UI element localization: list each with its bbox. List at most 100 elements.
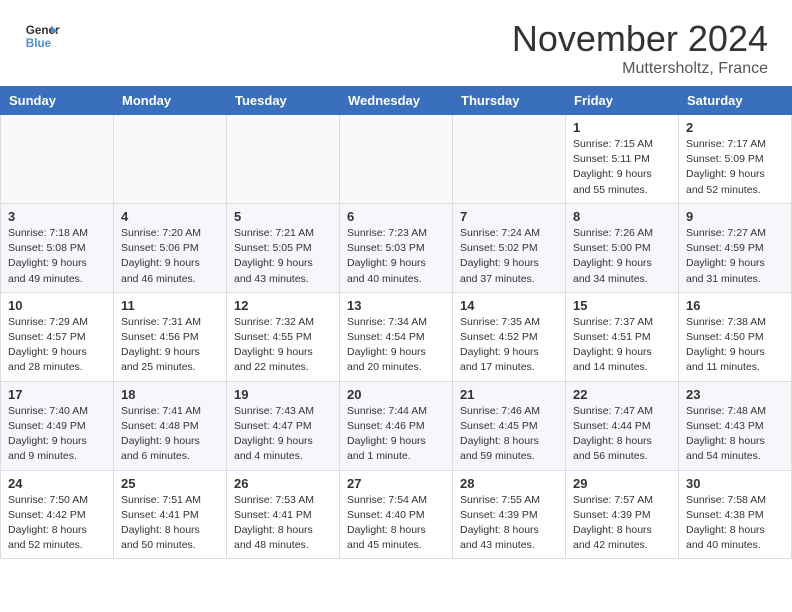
day-number: 29 [573, 476, 671, 491]
day-number: 3 [8, 209, 106, 224]
day-info: Sunrise: 7:58 AM Sunset: 4:38 PM Dayligh… [686, 493, 784, 554]
day-info: Sunrise: 7:38 AM Sunset: 4:50 PM Dayligh… [686, 315, 784, 376]
calendar-cell: 17 Sunrise: 7:40 AM Sunset: 4:49 PM Dayli… [1, 381, 114, 470]
logo: General Blue [24, 18, 64, 54]
day-info: Sunrise: 7:41 AM Sunset: 4:48 PM Dayligh… [121, 404, 219, 465]
calendar-cell: 10 Sunrise: 7:29 AM Sunset: 4:57 PM Dayli… [1, 292, 114, 381]
calendar-cell: 6 Sunrise: 7:23 AM Sunset: 5:03 PM Daylig… [340, 203, 453, 292]
calendar-cell: 22 Sunrise: 7:47 AM Sunset: 4:44 PM Dayli… [566, 381, 679, 470]
day-number: 10 [8, 298, 106, 313]
day-info: Sunrise: 7:34 AM Sunset: 4:54 PM Dayligh… [347, 315, 445, 376]
day-number: 17 [8, 387, 106, 402]
calendar-cell: 18 Sunrise: 7:41 AM Sunset: 4:48 PM Dayli… [114, 381, 227, 470]
calendar-week-3: 10 Sunrise: 7:29 AM Sunset: 4:57 PM Dayli… [1, 292, 792, 381]
day-info: Sunrise: 7:55 AM Sunset: 4:39 PM Dayligh… [460, 493, 558, 554]
calendar-cell: 13 Sunrise: 7:34 AM Sunset: 4:54 PM Dayli… [340, 292, 453, 381]
calendar-cell: 15 Sunrise: 7:37 AM Sunset: 4:51 PM Dayli… [566, 292, 679, 381]
weekday-header-wednesday: Wednesday [340, 87, 453, 115]
day-info: Sunrise: 7:54 AM Sunset: 4:40 PM Dayligh… [347, 493, 445, 554]
day-info: Sunrise: 7:53 AM Sunset: 4:41 PM Dayligh… [234, 493, 332, 554]
calendar-cell: 1Sunrise: 7:15 AM Sunset: 5:11 PM Daylig… [566, 115, 679, 204]
day-info: Sunrise: 7:40 AM Sunset: 4:49 PM Dayligh… [8, 404, 106, 465]
day-info: Sunrise: 7:31 AM Sunset: 4:56 PM Dayligh… [121, 315, 219, 376]
day-number: 21 [460, 387, 558, 402]
calendar-cell: 24Sunrise: 7:50 AM Sunset: 4:42 PM Dayli… [1, 470, 114, 559]
day-info: Sunrise: 7:18 AM Sunset: 5:08 PM Dayligh… [8, 226, 106, 287]
day-info: Sunrise: 7:23 AM Sunset: 5:03 PM Dayligh… [347, 226, 445, 287]
day-number: 18 [121, 387, 219, 402]
day-info: Sunrise: 7:50 AM Sunset: 4:42 PM Dayligh… [8, 493, 106, 554]
calendar-cell: 20 Sunrise: 7:44 AM Sunset: 4:46 PM Dayli… [340, 381, 453, 470]
calendar-cell: 11 Sunrise: 7:31 AM Sunset: 4:56 PM Dayli… [114, 292, 227, 381]
calendar-week-5: 24Sunrise: 7:50 AM Sunset: 4:42 PM Dayli… [1, 470, 792, 559]
calendar-cell [1, 115, 114, 204]
calendar-cell: 14 Sunrise: 7:35 AM Sunset: 4:52 PM Dayli… [453, 292, 566, 381]
day-number: 15 [573, 298, 671, 313]
title-block: November 2024 Muttersholtz, France [512, 18, 768, 78]
day-number: 6 [347, 209, 445, 224]
calendar-week-1: 1Sunrise: 7:15 AM Sunset: 5:11 PM Daylig… [1, 115, 792, 204]
day-info: Sunrise: 7:44 AM Sunset: 4:46 PM Dayligh… [347, 404, 445, 465]
day-number: 22 [573, 387, 671, 402]
day-info: Sunrise: 7:51 AM Sunset: 4:41 PM Dayligh… [121, 493, 219, 554]
weekday-header-thursday: Thursday [453, 87, 566, 115]
calendar-cell: 30 Sunrise: 7:58 AM Sunset: 4:38 PM Dayli… [679, 470, 792, 559]
weekday-header-sunday: Sunday [1, 87, 114, 115]
calendar-cell: 4Sunrise: 7:20 AM Sunset: 5:06 PM Daylig… [114, 203, 227, 292]
logo-icon: General Blue [24, 18, 60, 54]
day-info: Sunrise: 7:37 AM Sunset: 4:51 PM Dayligh… [573, 315, 671, 376]
day-info: Sunrise: 7:43 AM Sunset: 4:47 PM Dayligh… [234, 404, 332, 465]
calendar-cell: 29 Sunrise: 7:57 AM Sunset: 4:39 PM Dayli… [566, 470, 679, 559]
calendar-cell: 12Sunrise: 7:32 AM Sunset: 4:55 PM Dayli… [227, 292, 340, 381]
day-number: 8 [573, 209, 671, 224]
day-number: 4 [121, 209, 219, 224]
calendar-cell [340, 115, 453, 204]
day-number: 7 [460, 209, 558, 224]
calendar-cell: 23Sunrise: 7:48 AM Sunset: 4:43 PM Dayli… [679, 381, 792, 470]
day-info: Sunrise: 7:57 AM Sunset: 4:39 PM Dayligh… [573, 493, 671, 554]
day-number: 27 [347, 476, 445, 491]
day-number: 19 [234, 387, 332, 402]
day-number: 9 [686, 209, 784, 224]
day-info: Sunrise: 7:17 AM Sunset: 5:09 PM Dayligh… [686, 137, 784, 198]
day-info: Sunrise: 7:21 AM Sunset: 5:05 PM Dayligh… [234, 226, 332, 287]
day-number: 16 [686, 298, 784, 313]
day-info: Sunrise: 7:47 AM Sunset: 4:44 PM Dayligh… [573, 404, 671, 465]
day-number: 11 [121, 298, 219, 313]
calendar-cell: 25 Sunrise: 7:51 AM Sunset: 4:41 PM Dayli… [114, 470, 227, 559]
weekday-header-tuesday: Tuesday [227, 87, 340, 115]
day-number: 20 [347, 387, 445, 402]
svg-text:Blue: Blue [26, 37, 52, 50]
calendar-cell [114, 115, 227, 204]
calendar-week-2: 3 Sunrise: 7:18 AM Sunset: 5:08 PM Daylig… [1, 203, 792, 292]
day-info: Sunrise: 7:26 AM Sunset: 5:00 PM Dayligh… [573, 226, 671, 287]
calendar-cell: 2Sunrise: 7:17 AM Sunset: 5:09 PM Daylig… [679, 115, 792, 204]
day-number: 14 [460, 298, 558, 313]
calendar-cell: 3 Sunrise: 7:18 AM Sunset: 5:08 PM Daylig… [1, 203, 114, 292]
calendar-body: 1Sunrise: 7:15 AM Sunset: 5:11 PM Daylig… [1, 115, 792, 559]
day-info: Sunrise: 7:48 AM Sunset: 4:43 PM Dayligh… [686, 404, 784, 465]
day-number: 13 [347, 298, 445, 313]
calendar-cell [453, 115, 566, 204]
calendar-cell: 8 Sunrise: 7:26 AM Sunset: 5:00 PM Daylig… [566, 203, 679, 292]
calendar-table: SundayMondayTuesdayWednesdayThursdayFrid… [0, 86, 792, 559]
day-info: Sunrise: 7:15 AM Sunset: 5:11 PM Dayligh… [573, 137, 671, 198]
calendar-cell: 27 Sunrise: 7:54 AM Sunset: 4:40 PM Dayli… [340, 470, 453, 559]
calendar-week-4: 17 Sunrise: 7:40 AM Sunset: 4:49 PM Dayli… [1, 381, 792, 470]
day-info: Sunrise: 7:24 AM Sunset: 5:02 PM Dayligh… [460, 226, 558, 287]
calendar-cell: 19 Sunrise: 7:43 AM Sunset: 4:47 PM Dayli… [227, 381, 340, 470]
month-title: November 2024 [512, 18, 768, 60]
day-info: Sunrise: 7:29 AM Sunset: 4:57 PM Dayligh… [8, 315, 106, 376]
day-number: 28 [460, 476, 558, 491]
calendar-cell [227, 115, 340, 204]
day-number: 26 [234, 476, 332, 491]
weekday-header-saturday: Saturday [679, 87, 792, 115]
day-info: Sunrise: 7:35 AM Sunset: 4:52 PM Dayligh… [460, 315, 558, 376]
calendar-cell: 9 Sunrise: 7:27 AM Sunset: 4:59 PM Daylig… [679, 203, 792, 292]
day-number: 30 [686, 476, 784, 491]
calendar-header-row: SundayMondayTuesdayWednesdayThursdayFrid… [1, 87, 792, 115]
day-info: Sunrise: 7:27 AM Sunset: 4:59 PM Dayligh… [686, 226, 784, 287]
day-number: 25 [121, 476, 219, 491]
calendar-cell: 26 Sunrise: 7:53 AM Sunset: 4:41 PM Dayli… [227, 470, 340, 559]
day-number: 5 [234, 209, 332, 224]
